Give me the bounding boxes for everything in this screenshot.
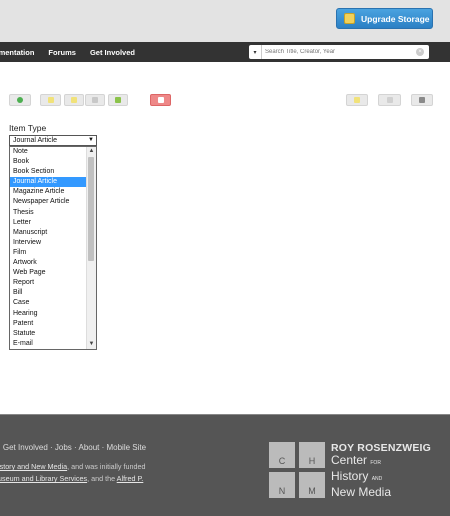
chnm-wordmark: ROY ROSENZWEIG Center FOR History AND Ne… [331,442,432,499]
attach-button[interactable] [64,94,84,106]
item-type-option[interactable]: Statute [10,329,90,339]
item-type-option[interactable]: E-mail [10,339,90,349]
pdf-icon [157,97,164,103]
item-type-option[interactable]: Bill [10,288,90,298]
nav-link-documentation[interactable]: umentation [0,48,34,57]
chevron-down-icon: ▼ [88,137,94,143]
upgrade-storage-label: Upgrade Storage [361,13,430,24]
item-type-selected-value: Journal Article [13,137,57,144]
footer-link-chnm[interactable]: istory and New Media [0,462,67,471]
footer-link-sloan[interactable]: Alfred P. [117,474,144,483]
list-view-button[interactable] [378,94,401,106]
scroll-down-icon[interactable]: ▼ [87,340,96,349]
related-icon [115,97,121,103]
item-type-option[interactable]: Book Section [10,167,90,177]
list-icon [386,97,393,103]
upgrade-storage-button[interactable]: Upgrade Storage [336,8,433,29]
note-icon [47,97,54,103]
export-icon [419,97,425,103]
pdf-button[interactable] [150,94,171,106]
search-input[interactable] [262,49,414,55]
item-type-options-list: Note Book Book Section Journal Article Magaz… [9,146,97,350]
item-type-option[interactable]: Case [10,298,90,308]
item-type-option[interactable]: Book [10,157,90,167]
item-type-option[interactable]: Web Page [10,268,90,278]
options-scrollbar[interactable]: ▲ ▼ [86,147,96,349]
logo-letter-h: H [299,442,325,468]
item-type-option[interactable]: Note [10,147,90,157]
logo-letter-m: M [299,472,325,498]
new-item-button[interactable] [9,94,31,106]
logo-letter-c: C [269,442,295,468]
footer-links[interactable]: · Get Involved · Jobs · About · Mobile S… [0,443,146,452]
item-type-option[interactable]: Hearing [10,309,90,319]
add-note-button[interactable] [40,94,61,106]
item-type-option[interactable]: Magazine Article [10,187,90,197]
item-type-label: Item Type [9,123,47,133]
footer: · Get Involved · Jobs · About · Mobile S… [0,415,450,516]
item-type-select[interactable]: Journal Article ▼ [9,135,97,146]
item-type-option[interactable]: Film [10,248,90,258]
item-type-option[interactable]: Manuscript [10,228,90,238]
item-type-option[interactable]: Report [10,278,90,288]
item-type-option[interactable]: Newspaper Article [10,197,90,207]
nav-link-forums[interactable]: Forums [48,48,76,57]
nav-link-get-involved[interactable]: Get Involved [90,48,135,57]
footer-text-line-2: useum and Library Services, and the Alfr… [0,474,144,483]
scroll-up-icon[interactable]: ▲ [87,147,96,156]
trash-icon [92,97,98,103]
trash-button[interactable] [85,94,105,106]
item-type-option[interactable]: Letter [10,218,90,228]
top-band: Upgrade Storage [0,0,450,42]
logo-letter-n: N [269,472,295,498]
attachment-icon [71,97,77,103]
footer-link-imls[interactable]: useum and Library Services [0,474,87,483]
scroll-thumb[interactable] [88,157,94,261]
nav-bar: umentation Forums Get Involved ▾ × [0,42,450,62]
chnm-logo[interactable]: C H N M [269,442,325,498]
search-box: ▾ × [249,45,429,59]
search-mode-dropdown[interactable]: ▾ [249,45,262,59]
item-type-option[interactable]: Interview [10,238,90,248]
item-type-option[interactable]: Artwork [10,258,90,268]
storage-icon [344,13,355,24]
footer-text-line-1: istory and New Media, and was initially … [0,462,146,471]
plus-icon [17,97,23,103]
related-button[interactable] [108,94,128,106]
cite-icon [354,97,360,103]
item-type-option[interactable]: Journal Article [10,177,90,188]
export-button[interactable] [411,94,433,106]
cite-button[interactable] [346,94,368,106]
item-pane: Item Type Journal Article ▼ Note Book Book… [0,62,450,414]
clear-search-icon[interactable]: × [416,48,424,56]
item-type-option[interactable]: Thesis [10,208,90,218]
item-type-option[interactable]: Patent [10,319,90,329]
